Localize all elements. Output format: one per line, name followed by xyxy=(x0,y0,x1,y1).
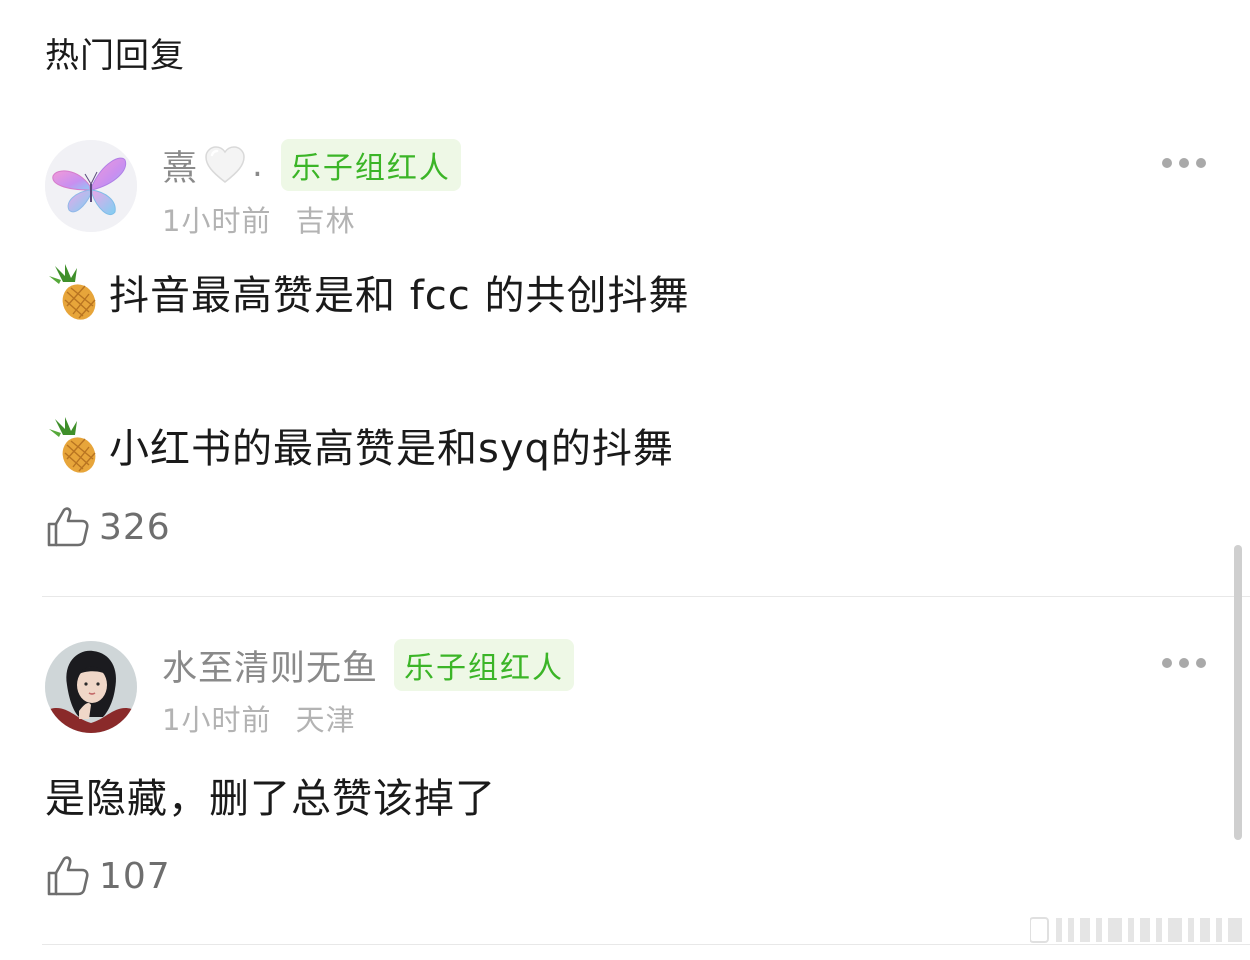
comment-text: 抖音最高赞是和 fcc 的共创抖舞 xyxy=(109,273,690,319)
avatar[interactable] xyxy=(45,641,137,733)
profile-photo xyxy=(45,641,137,733)
thumbs-up-icon xyxy=(47,507,89,547)
comment-divider xyxy=(42,596,1250,597)
comment-text: 是隐藏，删了总赞该掉了 xyxy=(45,776,496,822)
username-row: 熹 . 乐子组红人 xyxy=(162,139,461,191)
username[interactable]: 熹 xyxy=(162,140,198,191)
pineapple-icon xyxy=(49,264,96,320)
comment-text-line: 抖音最高赞是和 fcc 的共创抖舞 xyxy=(45,262,690,322)
avatar[interactable] xyxy=(45,140,137,232)
butterfly-icon xyxy=(45,140,137,232)
watermark-icon xyxy=(1030,917,1242,943)
username-suffix: . xyxy=(252,145,263,185)
section-title: 热门回复 xyxy=(45,36,185,76)
comment-location: 吉林 xyxy=(295,204,356,238)
hot-replies-page: 热门回复 熹 . 乐子组红人 1小时前 吉林 抖音最高赞是和 fcc 的共创抖舞… xyxy=(0,0,1250,960)
pineapple-icon xyxy=(49,417,96,473)
comment-text-line: 小红书的最高赞是和syq的抖舞 xyxy=(45,415,674,475)
more-options-icon[interactable] xyxy=(1162,157,1206,169)
status-badge: 乐子组红人 xyxy=(394,639,575,691)
comment-meta: 1小时前 吉林 xyxy=(162,198,356,240)
more-options-icon[interactable] xyxy=(1162,657,1206,669)
white-heart-icon xyxy=(205,146,245,183)
comment-time: 1小时前 xyxy=(162,204,272,238)
comment-time: 1小时前 xyxy=(162,703,272,737)
comment-location: 天津 xyxy=(295,703,356,737)
username-row: 水至清则无鱼 乐子组红人 xyxy=(162,639,575,691)
like-button[interactable]: 326 xyxy=(45,504,171,550)
like-count: 326 xyxy=(99,506,171,548)
comment-meta: 1小时前 天津 xyxy=(162,697,356,739)
like-button[interactable]: 107 xyxy=(45,853,171,899)
scrollbar[interactable] xyxy=(1234,545,1242,840)
like-count: 107 xyxy=(99,855,171,897)
comment-text-line: 是隐藏，删了总赞该掉了 xyxy=(45,766,496,824)
comment-text: 小红书的最高赞是和syq的抖舞 xyxy=(109,426,674,472)
thumbs-up-icon xyxy=(47,856,89,896)
username[interactable]: 水至清则无鱼 xyxy=(162,640,378,691)
status-badge: 乐子组红人 xyxy=(280,139,461,191)
